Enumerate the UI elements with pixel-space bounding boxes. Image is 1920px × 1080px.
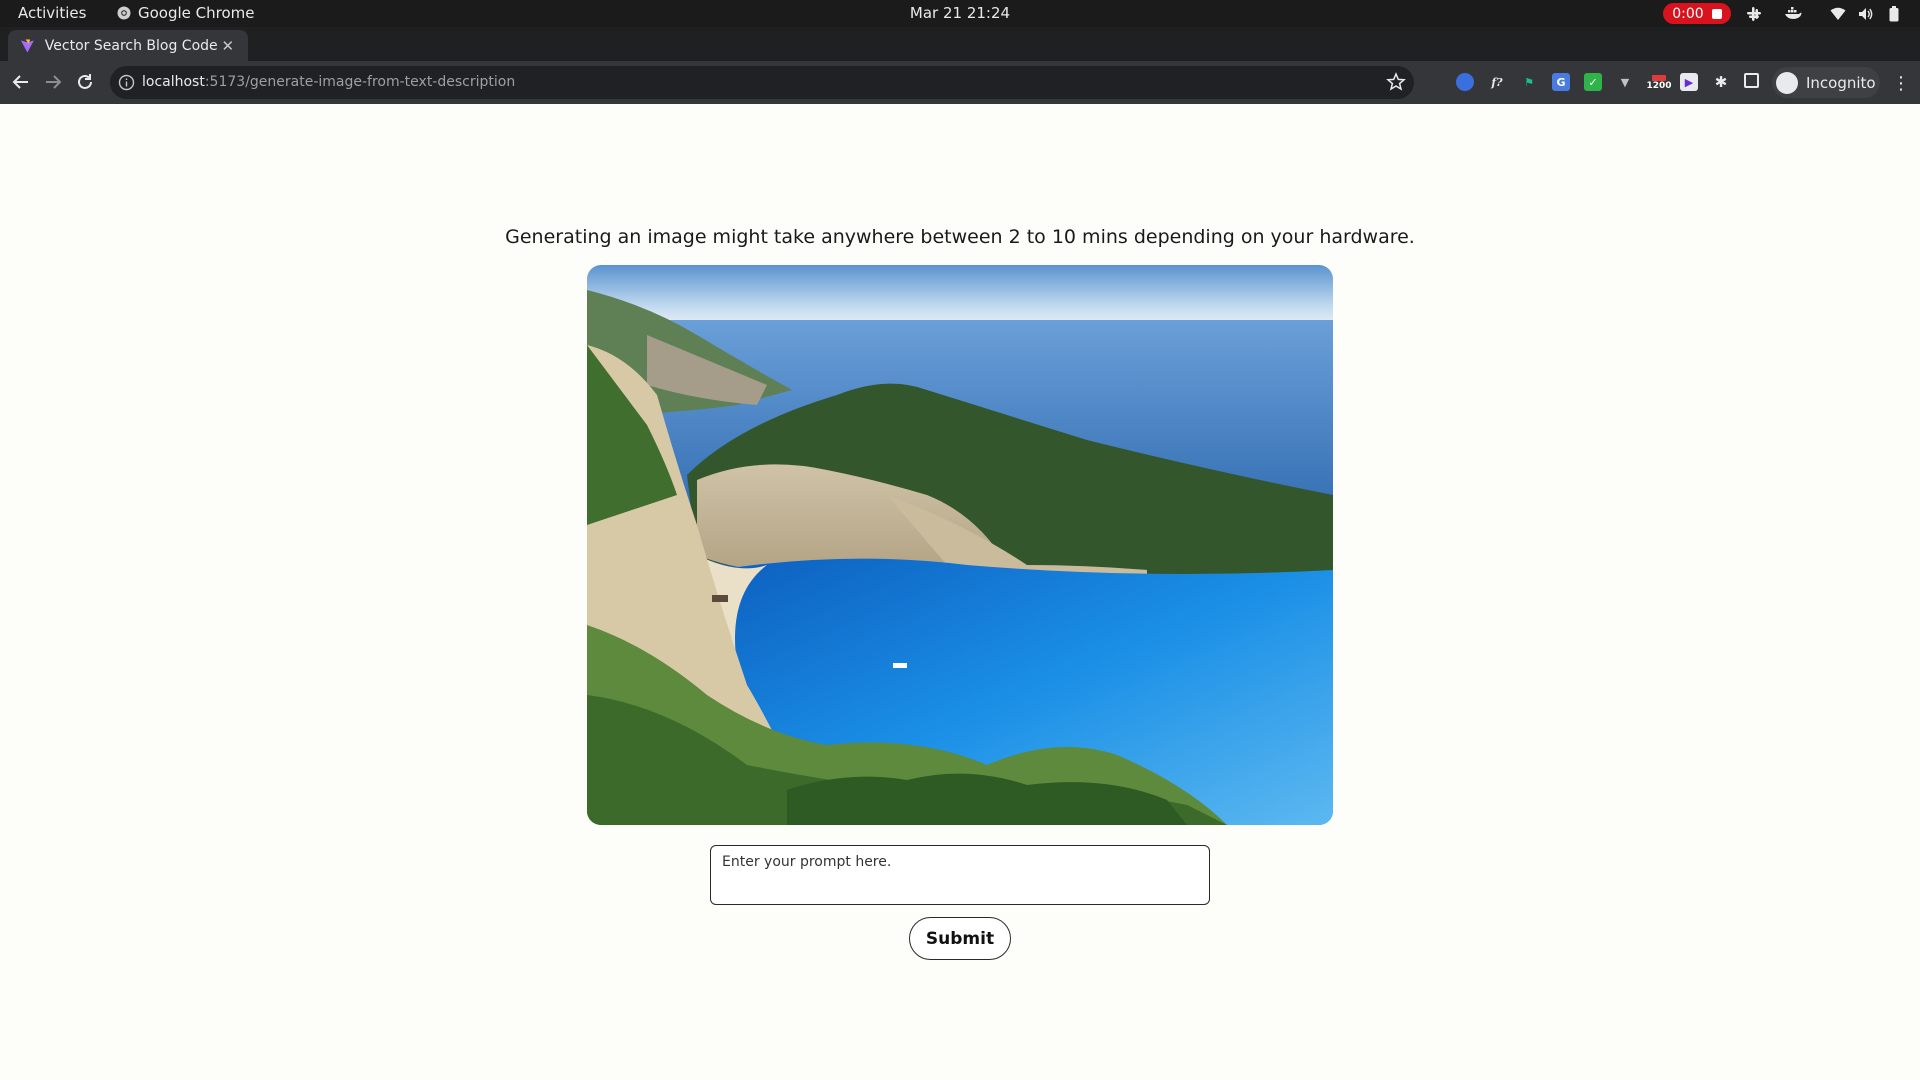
stop-recording-icon bbox=[1711, 8, 1722, 19]
incognito-label: Incognito bbox=[1806, 73, 1876, 92]
generated-image bbox=[587, 265, 1333, 825]
tab-vector-search-blog-code[interactable]: Vector Search Blog Code ✕ bbox=[8, 30, 248, 61]
battery-icon[interactable] bbox=[1884, 4, 1904, 24]
chrome-menu-icon[interactable]: ⋮ bbox=[1892, 73, 1910, 94]
wifi-icon[interactable] bbox=[1828, 4, 1848, 24]
page-content: Generating an image might take anywhere … bbox=[0, 104, 1920, 1080]
generation-time-notice: Generating an image might take anywhere … bbox=[505, 226, 1415, 248]
docker-icon[interactable] bbox=[1783, 4, 1803, 24]
extension-counter-badge: 1200 bbox=[1646, 80, 1672, 91]
browser-toolbar: localhost:5173/generate-image-from-text-… bbox=[0, 61, 1920, 104]
app-menu[interactable]: Google Chrome bbox=[117, 4, 255, 22]
extension-fx-icon[interactable]: f? bbox=[1488, 73, 1506, 91]
extensions-puzzle-icon[interactable]: ✱ bbox=[1712, 73, 1730, 91]
url-path: :5173/generate-image-from-text-descripti… bbox=[204, 74, 516, 90]
bookmark-star-icon[interactable] bbox=[1386, 72, 1406, 92]
submit-button[interactable]: Submit bbox=[909, 917, 1011, 960]
activities-button[interactable]: Activities bbox=[18, 4, 86, 22]
app-name: Google Chrome bbox=[138, 4, 255, 22]
tab-title: Vector Search Blog Code bbox=[44, 37, 218, 54]
prompt-input[interactable] bbox=[710, 845, 1210, 905]
system-top-bar: Activities Google Chrome Mar 21 21:24 0:… bbox=[0, 0, 1920, 27]
vite-favicon-icon bbox=[20, 39, 34, 52]
clock-text[interactable]: Mar 21 21:24 bbox=[910, 4, 1010, 22]
side-panel-icon[interactable] bbox=[1744, 73, 1759, 88]
recording-time: 0:00 bbox=[1672, 5, 1704, 22]
close-tab-icon[interactable]: ✕ bbox=[218, 37, 238, 55]
extension-pin-icon[interactable]: ⚑ bbox=[1520, 73, 1538, 91]
back-icon[interactable] bbox=[10, 71, 32, 93]
extension-counter-icon[interactable]: 1200 bbox=[1646, 73, 1672, 91]
extension-translate-icon[interactable]: G bbox=[1552, 73, 1570, 91]
site-info-icon[interactable] bbox=[118, 74, 135, 91]
extension-globe-icon[interactable] bbox=[1456, 73, 1474, 91]
address-bar[interactable]: localhost:5173/generate-image-from-text-… bbox=[110, 66, 1414, 99]
screen-recording-indicator[interactable]: 0:00 bbox=[1663, 3, 1731, 24]
reload-icon[interactable] bbox=[74, 71, 96, 93]
extension-green-icon[interactable]: ✓ bbox=[1584, 73, 1602, 91]
forward-icon[interactable] bbox=[42, 71, 64, 93]
extension-v-icon[interactable]: ▼ bbox=[1616, 73, 1634, 91]
url-text[interactable]: localhost:5173/generate-image-from-text-… bbox=[142, 74, 515, 90]
chrome-icon bbox=[117, 6, 131, 20]
incognito-profile-button[interactable]: Incognito bbox=[1772, 67, 1880, 98]
tab-strip: Vector Search Blog Code ✕ + ⌄ — ❐ ✕ bbox=[0, 27, 1920, 85]
incognito-icon bbox=[1776, 71, 1798, 94]
volume-icon[interactable] bbox=[1856, 4, 1876, 24]
clock: Mar 21 21:24 bbox=[0, 4, 1920, 22]
extension-purple-icon[interactable]: ▶ bbox=[1680, 73, 1698, 91]
url-host: localhost bbox=[142, 74, 205, 90]
slack-icon[interactable] bbox=[1744, 4, 1764, 24]
